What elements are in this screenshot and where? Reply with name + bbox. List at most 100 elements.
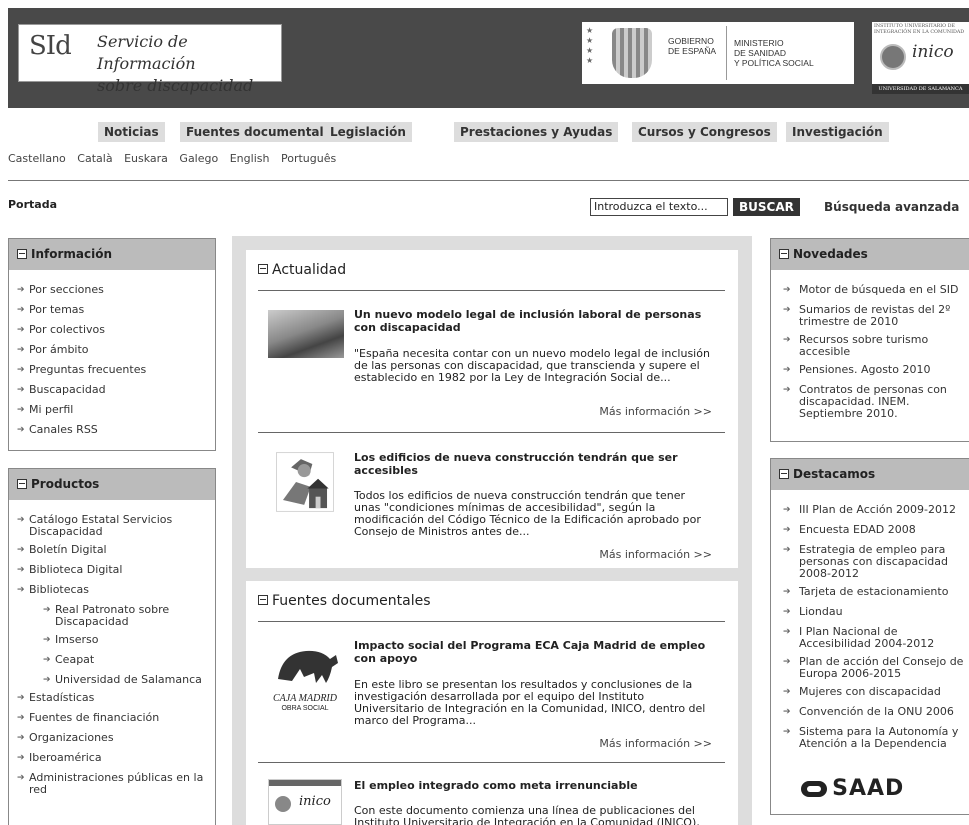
fuentes-title[interactable]: Fuentes documentales xyxy=(258,593,431,609)
thumbnail-band xyxy=(269,780,341,786)
item-label: I Plan Nacional de Accesibilidad 2004-20… xyxy=(799,625,935,650)
divider xyxy=(258,290,725,291)
saad-logo[interactable]: SAAD xyxy=(801,776,904,804)
list-item[interactable]: ➔ Mujeres con discapacidad xyxy=(771,686,969,698)
search-button[interactable]: BUSCAR xyxy=(733,198,800,216)
novedades-header[interactable]: Novedades xyxy=(771,238,969,270)
destacamos-header[interactable]: Destacamos xyxy=(771,458,969,490)
more-info-link[interactable]: Más información >> xyxy=(599,548,712,561)
informacion-list: ➔ Por secciones ➔ Por temas ➔ Por colectivo… xyxy=(9,284,215,436)
productos-title: Productos xyxy=(31,477,100,491)
item-label: Biblioteca Digital xyxy=(29,563,123,576)
arrow-icon: ➔ xyxy=(17,693,25,703)
document-item: CAJA MADRID OBRA SOCIAL Impacto social d… xyxy=(268,639,718,761)
list-item[interactable]: ➔ Motor de búsqueda en el SID xyxy=(771,284,969,296)
government-logo[interactable]: ★ ★ ★ ★ GOBIERNO DE ESPAÑA MINISTERIO DE SA… xyxy=(582,22,854,84)
nav-investigacion[interactable]: Investigación xyxy=(786,122,889,142)
list-item[interactable]: ➔ Convención de la ONU 2006 xyxy=(771,706,969,718)
document-title[interactable]: El empleo integrado como meta irrenuncia… xyxy=(354,779,714,792)
list-item[interactable]: ➔ Sistema para la Autonomía y Atención a … xyxy=(771,726,969,750)
actualidad-title[interactable]: Actualidad xyxy=(258,262,346,278)
list-item[interactable]: ➔ Ceapat xyxy=(9,654,215,666)
list-item[interactable]: ➔ Por secciones xyxy=(9,284,215,296)
news-title[interactable]: Un nuevo modelo legal de inclusión labor… xyxy=(354,308,714,334)
informacion-header[interactable]: Información xyxy=(9,238,215,270)
list-item[interactable]: ➔ Biblioteca Digital xyxy=(9,564,215,576)
list-item[interactable]: ➔ Por ámbito xyxy=(9,344,215,356)
item-label: Motor de búsqueda en el SID xyxy=(799,283,959,296)
list-item[interactable]: ➔ Buscapacidad xyxy=(9,384,215,396)
lang-english[interactable]: English xyxy=(230,152,270,165)
list-item[interactable]: ➔ Sumarios de revistas del 2º trimestre d… xyxy=(771,304,969,328)
item-label: Liondau xyxy=(799,605,843,618)
advanced-search-link[interactable]: Búsqueda avanzada xyxy=(824,200,959,214)
arrow-icon: ➔ xyxy=(17,565,25,575)
list-item[interactable]: ➔ Por colectivos xyxy=(9,324,215,336)
lang-castellano[interactable]: Castellano xyxy=(8,152,66,165)
list-item[interactable]: ➔ Real Patronato sobre Discapacidad xyxy=(9,604,215,628)
news-item: Un nuevo modelo legal de inclusión labor… xyxy=(268,308,718,428)
item-label: Estadísticas xyxy=(29,691,95,704)
nav-cursos[interactable]: Cursos y Congresos xyxy=(632,122,777,142)
collapse-icon[interactable] xyxy=(779,468,789,479)
destacamos-box: Destacamos ➔ III Plan de Acción 2009-2012… xyxy=(770,458,969,815)
arrow-icon: ➔ xyxy=(783,657,791,667)
list-item[interactable]: ➔ Liondau xyxy=(771,606,969,618)
more-info-link[interactable]: Más información >> xyxy=(599,737,712,750)
item-label: Convención de la ONU 2006 xyxy=(799,705,954,718)
list-item[interactable]: ➔ Mi perfil xyxy=(9,404,215,416)
list-item[interactable]: ➔ Canales RSS xyxy=(9,424,215,436)
nav-legislacion[interactable]: Legislación xyxy=(324,122,412,142)
arrow-icon: ➔ xyxy=(17,305,25,315)
search-input[interactable]: Introduzca el texto... xyxy=(590,198,728,216)
list-item[interactable]: ➔ Encuesta EDAD 2008 xyxy=(771,524,969,536)
list-item[interactable]: ➔ I Plan Nacional de Accesibilidad 2004-2… xyxy=(771,626,969,650)
inico-logo[interactable]: INSTITUTO UNIVERSITARIO DE INTEGRACIÓN E… xyxy=(872,22,969,94)
divider xyxy=(8,180,969,181)
list-item[interactable]: ➔ Universidad de Salamanca xyxy=(9,674,215,686)
list-item[interactable]: ➔ Pensiones. Agosto 2010 xyxy=(771,364,969,376)
breadcrumb[interactable]: Portada xyxy=(8,198,57,211)
list-item[interactable]: ➔ Plan de acción del Consejo de Europa 20… xyxy=(771,656,969,680)
document-title[interactable]: Impacto social del Programa ECA Caja Mad… xyxy=(354,639,714,665)
list-item[interactable]: ➔ Bibliotecas xyxy=(9,584,215,596)
list-item[interactable]: ➔ Boletín Digital xyxy=(9,544,215,556)
list-item[interactable]: ➔ Catálogo Estatal Servicios Discapacidad xyxy=(9,514,215,538)
sid-logo[interactable]: SId Servicio de Información sobre discap… xyxy=(18,24,282,95)
news-item: Los edificios de nueva construcción tend… xyxy=(268,451,718,561)
list-item[interactable]: ➔ Iberoamérica xyxy=(9,752,215,764)
list-item[interactable]: ➔ Estadísticas xyxy=(9,692,215,704)
caja-madrid-thumbnail[interactable]: CAJA MADRID OBRA SOCIAL xyxy=(268,639,342,713)
building-inspector-thumbnail[interactable] xyxy=(268,451,342,513)
list-item[interactable]: ➔ III Plan de Acción 2009-2012 xyxy=(771,504,969,516)
nav-prestaciones[interactable]: Prestaciones y Ayudas xyxy=(454,122,619,142)
list-item[interactable]: ➔ Contratos de personas con discapacidad.… xyxy=(771,384,969,420)
collapse-icon[interactable] xyxy=(17,248,27,259)
nav-fuentes-documentales[interactable]: Fuentes documentales xyxy=(180,122,345,142)
news-thumbnail[interactable] xyxy=(268,310,344,358)
inico-thumbnail[interactable]: inico xyxy=(268,779,342,825)
sid-logo-text: Servicio de Información sobre discapacid… xyxy=(97,31,281,97)
collapse-icon[interactable] xyxy=(17,478,27,489)
productos-header[interactable]: Productos xyxy=(9,468,215,500)
more-info-link[interactable]: Más información >> xyxy=(599,405,712,418)
collapse-icon[interactable] xyxy=(779,248,789,259)
lang-galego[interactable]: Galego xyxy=(179,152,218,165)
list-item[interactable]: ➔ Estrategia de empleo para personas con … xyxy=(771,544,969,580)
list-item[interactable]: ➔ Organizaciones xyxy=(9,732,215,744)
collapse-icon[interactable] xyxy=(258,264,268,274)
collapse-icon[interactable] xyxy=(258,595,268,605)
lang-catala[interactable]: Català xyxy=(77,152,112,165)
lang-euskara[interactable]: Euskara xyxy=(124,152,168,165)
productos-list: ➔ Catálogo Estatal Servicios Discapacidad… xyxy=(9,514,215,796)
list-item[interactable]: ➔ Imserso xyxy=(9,634,215,646)
list-item[interactable]: ➔ Por temas xyxy=(9,304,215,316)
list-item[interactable]: ➔ Fuentes de financiación xyxy=(9,712,215,724)
list-item[interactable]: ➔ Recursos sobre turismo accesible xyxy=(771,334,969,358)
nav-noticias[interactable]: Noticias xyxy=(98,122,165,142)
news-title[interactable]: Los edificios de nueva construcción tend… xyxy=(354,451,714,477)
list-item[interactable]: ➔ Tarjeta de estacionamiento xyxy=(771,586,969,598)
list-item[interactable]: ➔ Administraciones públicas en la red xyxy=(9,772,215,796)
list-item[interactable]: ➔ Preguntas frecuentes xyxy=(9,364,215,376)
lang-portugues[interactable]: Português xyxy=(281,152,336,165)
